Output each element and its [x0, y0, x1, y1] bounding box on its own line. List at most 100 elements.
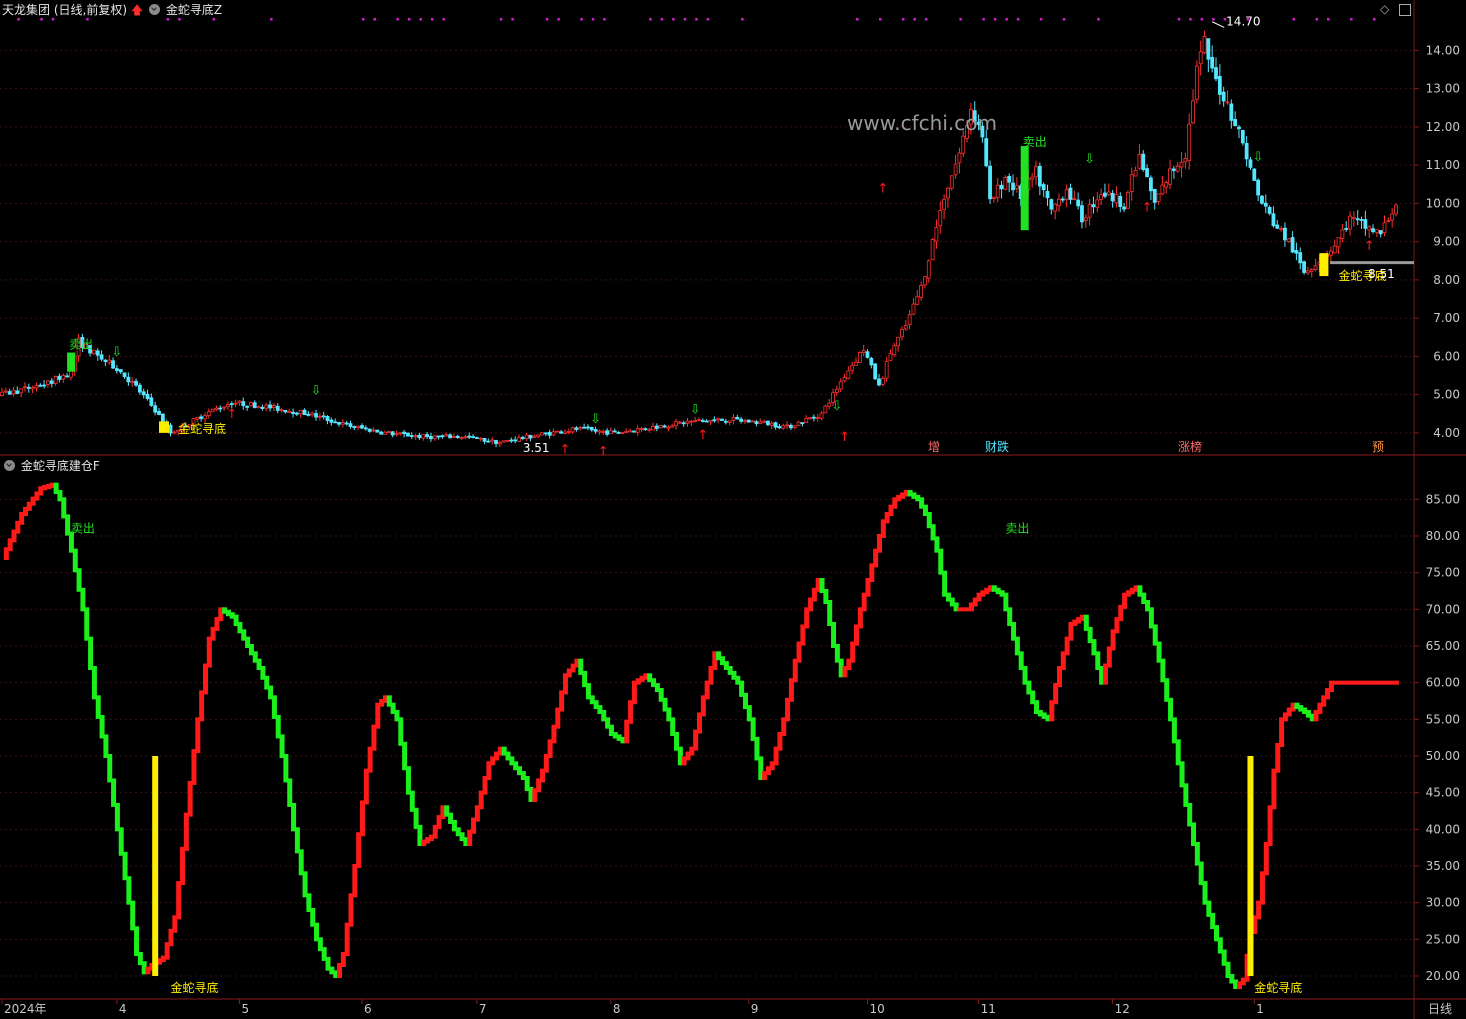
signal-dot	[856, 18, 859, 21]
indicator-segment	[363, 768, 369, 805]
candle-body	[1244, 143, 1249, 160]
candle-body	[1225, 101, 1230, 104]
candle-body	[440, 435, 445, 438]
candle-body	[1336, 237, 1341, 248]
candle-body	[474, 437, 479, 440]
candle-body	[203, 415, 207, 420]
candle-body	[1007, 175, 1012, 183]
candle-body	[735, 417, 740, 420]
candle-body	[620, 432, 625, 434]
candle-body	[773, 422, 778, 428]
signal-dot	[649, 18, 652, 21]
candle-body	[137, 384, 142, 393]
chart-canvas[interactable]: 4.00 5.00 6.00 7.00 8.00 9.00 10.00 11.00 12.00 1…	[0, 0, 1466, 1019]
signal-dot	[430, 18, 434, 21]
candle-body	[478, 437, 483, 440]
candle-body	[145, 393, 150, 400]
candle-body	[1064, 189, 1069, 200]
indicator-segment	[183, 812, 189, 851]
candle-body	[926, 260, 931, 279]
signal-dot	[511, 18, 514, 21]
candle-body	[1290, 237, 1295, 253]
candle-body	[1306, 270, 1310, 274]
indicator-segment	[1271, 768, 1277, 810]
candle-body	[264, 404, 269, 409]
indicator-segment	[199, 690, 205, 722]
candle-body	[383, 431, 387, 435]
candle-body	[946, 187, 950, 199]
indicator-segment	[130, 900, 136, 931]
indicator-segment	[118, 827, 124, 856]
y-tick-label: 50.00	[1426, 749, 1460, 763]
indicator-segment	[398, 717, 404, 746]
indicator-segment	[122, 851, 128, 881]
candle-body	[34, 385, 39, 389]
candle-body	[1003, 177, 1008, 190]
sell-box	[1020, 146, 1029, 231]
signal-dot	[166, 18, 170, 21]
candle-body	[563, 431, 567, 434]
candle-body	[1060, 198, 1065, 201]
candle-body	[1080, 205, 1084, 223]
candle-body	[723, 420, 728, 423]
signal-dot	[212, 18, 216, 21]
candle-body	[256, 406, 261, 409]
candle-body	[1175, 165, 1180, 172]
candle-body	[1233, 119, 1238, 127]
candle-body	[520, 436, 525, 439]
candle-body	[528, 435, 533, 439]
signal-dot	[1062, 18, 1066, 21]
candle-body	[1359, 219, 1364, 221]
candle-body	[685, 420, 690, 424]
candle-body	[459, 437, 464, 440]
candle-body	[884, 360, 889, 379]
candle-body	[363, 427, 368, 430]
candle-body	[800, 422, 805, 424]
candle-body	[249, 402, 253, 407]
y-tick-label: 65.00	[1426, 639, 1460, 653]
y-tick-label: 30.00	[1426, 896, 1460, 910]
candle-body	[815, 417, 820, 420]
indicator-segment	[1394, 680, 1399, 685]
watermark: www.cfchi.com	[847, 111, 997, 135]
candle-body	[677, 421, 682, 424]
candle-body	[654, 425, 659, 429]
signal-dot	[1315, 18, 1319, 21]
y-tick-label: 85.00	[1426, 492, 1460, 506]
candle-body	[1041, 184, 1046, 191]
y-tick-label: 35.00	[1426, 859, 1460, 873]
candle-body	[697, 419, 701, 422]
candle-body	[1256, 179, 1261, 196]
candle-body	[463, 436, 468, 439]
candle-body	[984, 138, 989, 167]
candle-body	[1283, 227, 1287, 241]
candle-body	[494, 439, 498, 445]
signal-dot	[580, 18, 583, 21]
candle-body	[1363, 219, 1368, 229]
indicator-segment	[206, 636, 212, 668]
candle-body	[746, 419, 751, 423]
candle-body	[501, 440, 506, 443]
candle-body	[509, 439, 514, 442]
candle-body	[938, 210, 943, 227]
candle-body	[1271, 213, 1276, 227]
candle-body	[524, 434, 529, 440]
sell-box	[67, 352, 76, 372]
sell-label: 卖出	[1023, 135, 1047, 149]
y-tick-label: 70.00	[1426, 602, 1460, 616]
candle-body	[850, 365, 855, 371]
candle-body	[95, 350, 100, 356]
max-price-label: 14.70	[1226, 15, 1260, 29]
candle-body	[566, 430, 571, 433]
buy-arrow-icon: ↑	[1364, 239, 1375, 254]
candle-body	[287, 410, 292, 413]
y-tick-label: 20.00	[1426, 969, 1460, 983]
candle-body	[390, 431, 395, 436]
indicator-segment	[126, 876, 132, 905]
candle-body	[149, 397, 154, 406]
candle-body	[1309, 269, 1314, 272]
candle-body	[134, 380, 138, 386]
candle-body	[160, 413, 165, 424]
candle-body	[111, 360, 115, 369]
candle-body	[310, 412, 315, 416]
